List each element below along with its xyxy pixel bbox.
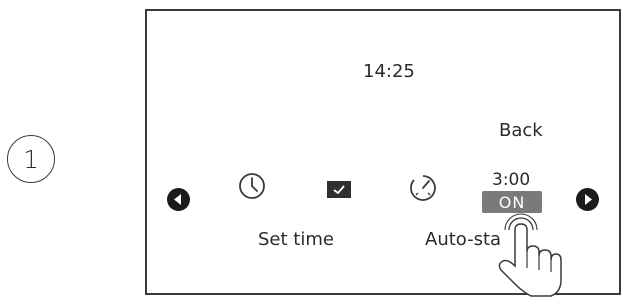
chevron-left-icon[interactable] [167,188,190,211]
timer-icon[interactable] [408,173,438,203]
back-button[interactable]: Back [499,120,543,141]
hand-pointer-icon [475,210,565,302]
chevron-right-icon[interactable] [576,188,599,211]
autostart-time: 3:00 [492,170,531,190]
clock-icon[interactable] [238,172,266,200]
clock-time: 14:25 [363,61,415,82]
step-number: 1 [23,144,39,174]
menu-item-set-time[interactable]: Set time [258,229,334,250]
calendar-icon[interactable] [327,181,351,198]
step-marker: 1 [7,135,55,183]
